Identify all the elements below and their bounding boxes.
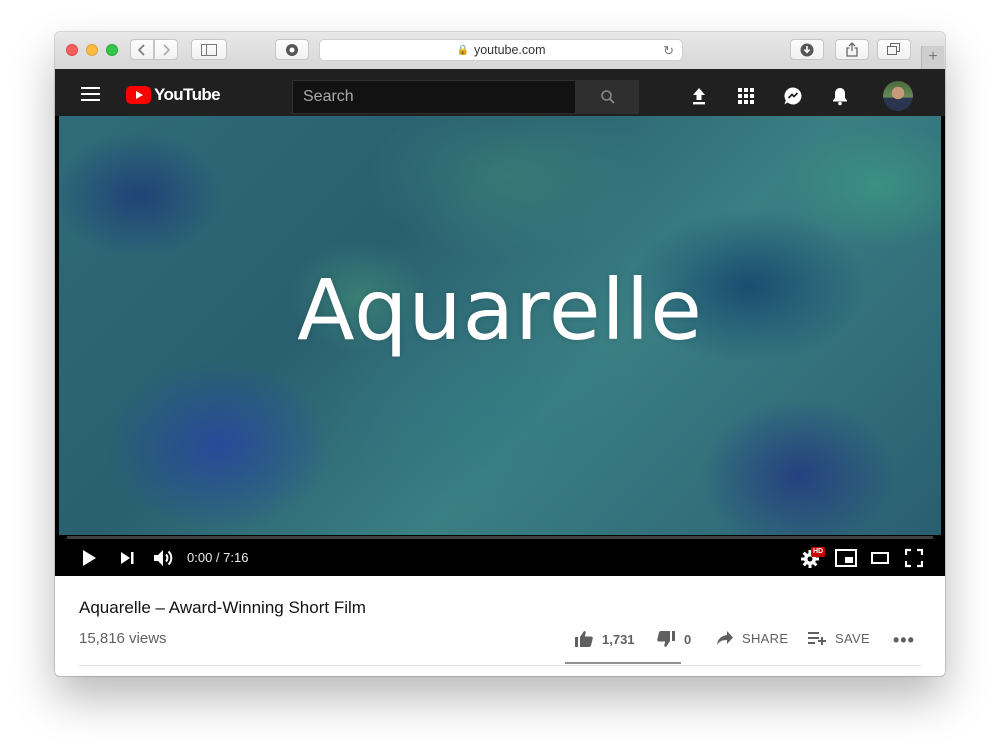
video-player[interactable]: Aquarelle 0:00 / 7:16 HD [55, 116, 945, 576]
downloads-button[interactable] [790, 39, 824, 60]
search-button[interactable] [576, 80, 639, 114]
address-bar[interactable]: 🔒 youtube.com ↻ [319, 39, 683, 61]
share-arrow-icon [717, 631, 733, 645]
shield-extension-icon [286, 43, 298, 56]
search-input[interactable]: Search [292, 80, 576, 114]
thumbs-up-icon [575, 631, 593, 647]
back-button[interactable] [130, 39, 154, 60]
notifications-bell-icon[interactable] [830, 86, 850, 106]
next-icon[interactable] [119, 548, 135, 568]
forward-button[interactable] [154, 39, 178, 60]
maximize-window-button[interactable] [106, 44, 118, 56]
like-count: 1,731 [602, 631, 635, 647]
avatar[interactable] [883, 81, 913, 111]
extension-button[interactable] [275, 39, 309, 60]
close-window-button[interactable] [66, 44, 78, 56]
chevron-left-icon [138, 43, 145, 56]
miniplayer-icon[interactable] [835, 548, 857, 568]
fullscreen-icon[interactable] [905, 548, 923, 568]
menu-icon[interactable] [81, 87, 100, 101]
settings-button[interactable]: HD [800, 547, 826, 569]
video-frame[interactable]: Aquarelle [59, 116, 941, 535]
new-tab-button[interactable]: + [921, 46, 944, 69]
lock-icon: 🔒 [456, 44, 469, 56]
share-label: SHARE [742, 630, 789, 646]
video-title: Aquarelle – Award-Winning Short Film [79, 598, 366, 617]
youtube-logo[interactable]: YouTube [126, 85, 221, 105]
player-controls: 0:00 / 7:16 HD [55, 539, 945, 576]
download-icon [800, 43, 814, 56]
browser-window: 🔒 youtube.com ↻ + YouTube Search Aquarel… [55, 32, 945, 676]
like-button[interactable]: 1,731 [574, 630, 635, 648]
share-icon [846, 42, 858, 57]
theater-mode-icon[interactable] [871, 548, 889, 568]
sentiment-bar [565, 662, 681, 664]
dislike-count: 0 [684, 631, 692, 647]
sidebar-toggle-button[interactable] [191, 39, 227, 60]
thumbs-down-icon [657, 631, 675, 647]
upload-icon[interactable] [689, 86, 709, 106]
chevron-right-icon [163, 43, 170, 56]
save-label: SAVE [835, 630, 870, 646]
video-title-overlay: Aquarelle [297, 261, 703, 359]
sidebar-icon [201, 43, 217, 56]
save-button[interactable]: SAVE [807, 630, 870, 646]
tab-overview-button[interactable] [877, 39, 911, 60]
share-button[interactable]: SHARE [716, 630, 788, 646]
divider [79, 665, 921, 666]
youtube-logo-text: YouTube [154, 85, 221, 104]
address-url: youtube.com [473, 43, 546, 57]
playlist-add-icon [808, 632, 826, 645]
volume-icon[interactable] [153, 548, 175, 568]
hd-badge: HD [811, 547, 826, 557]
share-page-button[interactable] [835, 39, 869, 60]
youtube-play-icon [126, 86, 151, 104]
tabs-icon [887, 43, 900, 55]
reload-icon[interactable]: ↻ [663, 43, 674, 59]
apps-grid-icon[interactable] [736, 86, 756, 106]
messages-icon[interactable] [783, 86, 803, 106]
view-count: 15,816 views [79, 630, 167, 647]
search-icon [601, 90, 615, 104]
time-display: 0:00 / 7:16 [187, 550, 249, 565]
youtube-masthead: YouTube Search [55, 69, 945, 116]
browser-toolbar: 🔒 youtube.com ↻ + [55, 32, 945, 70]
dislike-button[interactable]: 0 [656, 630, 691, 648]
more-actions-icon[interactable]: ••• [893, 630, 915, 651]
minimize-window-button[interactable] [86, 44, 98, 56]
play-icon[interactable] [81, 548, 97, 568]
